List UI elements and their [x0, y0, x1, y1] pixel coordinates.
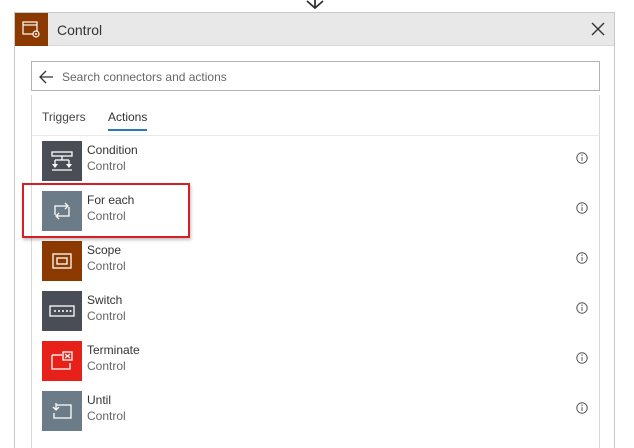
action-item-until[interactable]: Until Control	[42, 391, 597, 433]
action-item-scope[interactable]: Scope Control	[42, 241, 597, 283]
card-title: Control	[57, 22, 103, 38]
action-item-for-each[interactable]: For each Control	[42, 191, 597, 233]
action-name: Switch	[87, 293, 123, 307]
switch-icon	[42, 291, 82, 331]
info-icon[interactable]	[576, 302, 588, 314]
info-icon[interactable]	[576, 352, 588, 364]
info-icon[interactable]	[576, 402, 588, 414]
action-name: Scope	[87, 243, 122, 257]
down-arrow-icon	[306, 0, 324, 10]
action-item-terminate[interactable]: Terminate Control	[42, 341, 597, 383]
control-icon	[15, 13, 48, 46]
tab-triggers[interactable]: Triggers	[42, 110, 86, 129]
tab-divider	[32, 135, 599, 136]
terminate-icon	[42, 341, 82, 381]
search-box	[31, 61, 600, 91]
for-each-icon	[42, 191, 82, 231]
action-connector: Control	[87, 159, 126, 173]
action-name: Terminate	[87, 343, 140, 357]
close-icon[interactable]	[590, 21, 606, 37]
action-name: For each	[87, 193, 135, 207]
info-icon[interactable]	[576, 152, 588, 164]
info-icon[interactable]	[576, 252, 588, 264]
tab-actions[interactable]: Actions	[108, 110, 148, 131]
action-connector: Control	[87, 359, 126, 373]
scope-icon	[42, 241, 82, 281]
until-icon	[42, 391, 82, 431]
info-icon[interactable]	[576, 202, 588, 214]
action-connector: Control	[87, 309, 126, 323]
action-item-condition[interactable]: Condition Control	[42, 141, 597, 183]
action-connector: Control	[87, 209, 126, 223]
search-input[interactable]	[62, 67, 592, 87]
actions-panel: Triggers Actions Condition Control For e…	[31, 95, 600, 448]
action-name: Until	[87, 393, 112, 407]
action-picker-card: Control Triggers Actions	[14, 12, 615, 448]
back-arrow-icon[interactable]	[38, 69, 54, 85]
condition-icon	[42, 141, 82, 181]
card-header: Control	[15, 13, 614, 46]
action-connector: Control	[87, 409, 126, 423]
action-item-switch[interactable]: Switch Control	[42, 291, 597, 333]
action-name: Condition	[87, 143, 138, 157]
action-connector: Control	[87, 259, 126, 273]
